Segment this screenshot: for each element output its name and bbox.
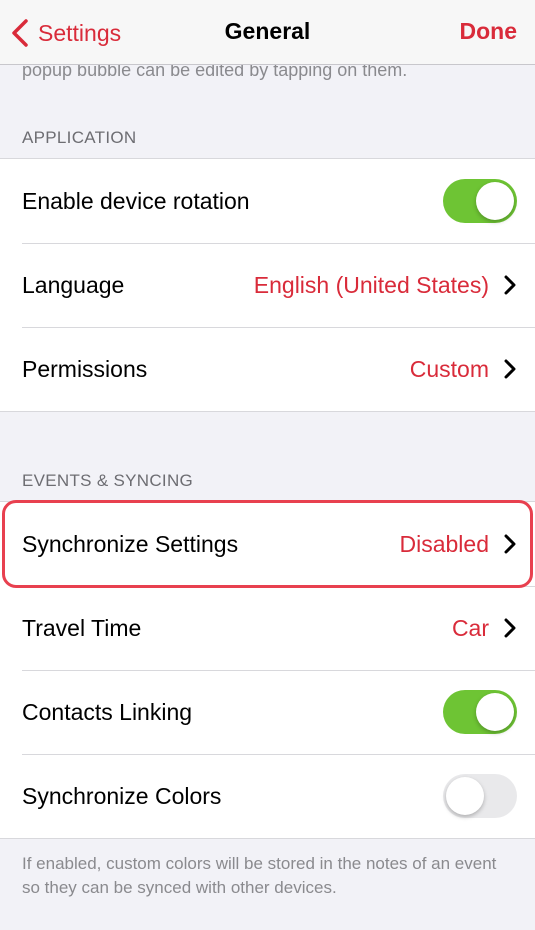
section-footer-note: If enabled, custom colors will be stored…: [22, 854, 497, 897]
row-language[interactable]: Language English (United States): [0, 243, 535, 327]
row-enable-device-rotation: Enable device rotation: [0, 159, 535, 243]
language-value: English (United States): [253, 271, 489, 298]
row-label: Language: [22, 271, 125, 298]
row-permissions[interactable]: Permissions Custom: [0, 327, 535, 411]
device-rotation-toggle[interactable]: [443, 179, 517, 223]
row-synchronize-colors: Synchronize Colors: [0, 754, 535, 838]
section-header-application: APPLICATION: [22, 128, 137, 147]
row-travel-time[interactable]: Travel Time Car: [0, 586, 535, 670]
row-contacts-linking: Contacts Linking: [0, 670, 535, 754]
done-button[interactable]: Done: [460, 18, 518, 45]
row-label: Synchronize Colors: [22, 782, 222, 809]
application-group: Enable device rotation Language English …: [0, 158, 535, 412]
chevron-right-icon: [504, 618, 516, 638]
chevron-right-icon: [504, 534, 516, 554]
row-label: Permissions: [22, 355, 148, 382]
row-label: Travel Time: [22, 614, 142, 641]
events-syncing-group: Synchronize Settings Disabled Travel Tim…: [0, 501, 535, 839]
toggle-knob: [476, 693, 514, 731]
row-label: Enable device rotation: [22, 187, 250, 214]
synchronize-colors-toggle[interactable]: [443, 774, 517, 818]
row-label: Contacts Linking: [22, 698, 193, 725]
contacts-linking-toggle[interactable]: [443, 690, 517, 734]
section-header-events-syncing: EVENTS & SYNCING: [22, 471, 194, 490]
navigation-bar: Settings General Done: [0, 0, 535, 65]
chevron-right-icon: [504, 275, 516, 295]
travel-time-value: Car: [451, 614, 489, 641]
toggle-knob: [476, 182, 514, 220]
row-label: Synchronize Settings: [22, 530, 239, 557]
row-synchronize-settings[interactable]: Synchronize Settings Disabled: [0, 502, 535, 586]
permissions-value: Custom: [409, 355, 489, 382]
toggle-knob: [446, 777, 484, 815]
chevron-right-icon: [504, 359, 516, 379]
sync-settings-value: Disabled: [399, 530, 490, 557]
page-title: General: [224, 18, 311, 44]
